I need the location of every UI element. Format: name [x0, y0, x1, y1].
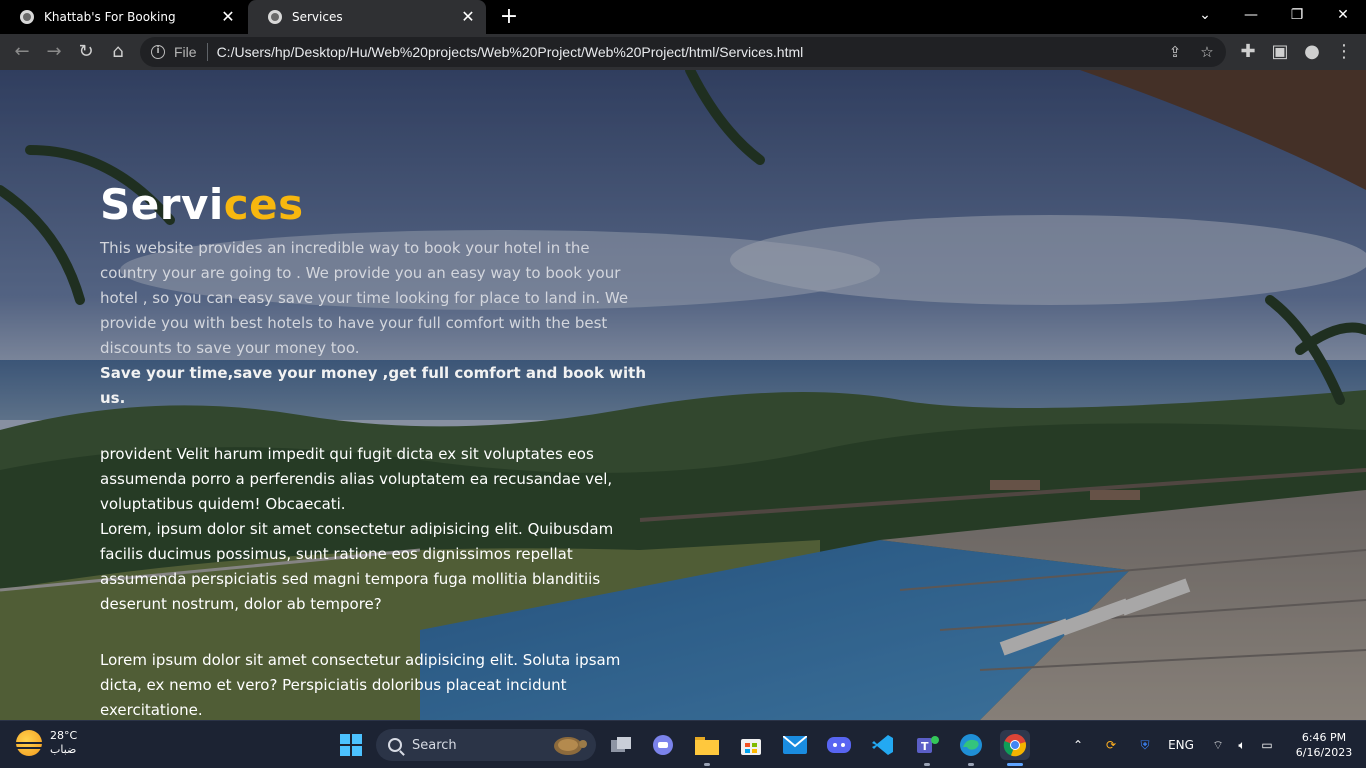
divider: [206, 43, 208, 61]
weather-haze-icon: [14, 730, 44, 756]
weather-temp: 28°C: [50, 729, 78, 742]
defender-warning-icon[interactable]: ⛨: [1134, 735, 1156, 755]
details-text-a: provident Velit harum impedit qui fugit …: [100, 445, 613, 513]
microsoft-store-icon[interactable]: [736, 730, 766, 760]
globe-icon: [20, 10, 34, 24]
search-icon: [388, 738, 402, 752]
intro-text: This website provides an incredible way …: [100, 239, 629, 357]
windows-taskbar: 28°C ضباب Search T ⌃ ⟳ ⛨ ENG ⌔ 🔈︎ ▭ 6:46…: [0, 720, 1366, 768]
scheme-label: File: [174, 44, 197, 60]
edge-icon[interactable]: [956, 730, 986, 766]
close-tab-icon[interactable]: ✕: [460, 9, 476, 25]
reload-icon[interactable]: ↻: [74, 40, 98, 64]
extensions-icon[interactable]: ✚: [1236, 40, 1260, 64]
tab-title: Services: [292, 10, 343, 24]
close-tab-icon[interactable]: ✕: [220, 9, 236, 25]
share-icon[interactable]: ⇪: [1164, 41, 1186, 63]
side-panel-icon[interactable]: ▣: [1268, 40, 1292, 64]
weather-widget[interactable]: 28°C ضباب: [14, 729, 78, 757]
chrome-icon[interactable]: [1000, 730, 1030, 766]
bookmark-star-icon[interactable]: ☆: [1196, 41, 1218, 63]
services-section: Services This website provides an incred…: [100, 180, 650, 720]
info-icon[interactable]: i: [151, 45, 165, 59]
teams-icon[interactable]: T: [912, 730, 942, 766]
tab-services[interactable]: Services ✕: [248, 0, 486, 34]
close-window-icon[interactable]: ✕: [1320, 0, 1366, 30]
details-paragraph: provident Velit harum impedit qui fugit …: [100, 442, 650, 617]
taskbar-search-box[interactable]: Search: [376, 729, 596, 761]
page-title: Services: [100, 180, 650, 230]
system-clock[interactable]: 6:46 PM 6/16/2023: [1284, 730, 1364, 760]
restore-icon[interactable]: ❐: [1274, 0, 1320, 30]
vscode-icon[interactable]: [868, 730, 898, 760]
tab-strip: Khattab's For Booking ✕ Services ✕ + ⌄ —…: [0, 0, 1366, 34]
weather-desc: ضباب: [50, 743, 77, 756]
back-arrow-icon[interactable]: ←: [10, 40, 34, 64]
clock-time: 6:46 PM: [1301, 731, 1347, 744]
tab-khattabs-booking[interactable]: Khattab's For Booking ✕: [0, 0, 246, 34]
new-tab-plus-icon[interactable]: +: [498, 6, 520, 28]
menu-kebab-icon[interactable]: ⋮: [1332, 40, 1356, 64]
tab-title: Khattab's For Booking: [44, 10, 176, 24]
forward-arrow-icon[interactable]: →: [42, 40, 66, 64]
language-indicator[interactable]: ENG: [1164, 735, 1198, 755]
home-icon[interactable]: ⌂: [106, 40, 130, 64]
title-accent: ces: [223, 180, 304, 229]
minimize-icon[interactable]: —: [1228, 0, 1274, 30]
chat-icon[interactable]: [648, 730, 678, 760]
browser-toolbar: ← → ↻ ⌂ i File C:/Users/hp/Desktop/Hu/We…: [0, 34, 1366, 70]
page-viewport: Services This website provides an incred…: [0, 70, 1366, 720]
sync-update-icon[interactable]: ⟳: [1100, 735, 1122, 755]
file-explorer-icon[interactable]: [692, 730, 722, 766]
mail-icon[interactable]: [780, 730, 810, 760]
tab-search-chevron-icon[interactable]: ⌄: [1182, 0, 1228, 30]
closing-paragraph: Lorem ipsum dolor sit amet consectetur a…: [100, 651, 621, 719]
svg-text:T: T: [921, 740, 929, 753]
turtle-highlight-icon: [554, 737, 587, 755]
show-hidden-icons-chevron[interactable]: ⌃: [1068, 735, 1088, 755]
slogan-text: Save your time,save your money ,get full…: [100, 364, 646, 407]
globe-icon: [268, 10, 282, 24]
wifi-icon[interactable]: ⌔: [1208, 735, 1228, 755]
address-bar[interactable]: i File C:/Users/hp/Desktop/Hu/Web%20proj…: [140, 37, 1226, 67]
clock-date: 6/16/2023: [1295, 746, 1353, 759]
battery-icon[interactable]: ▭: [1256, 735, 1278, 755]
title-plain: Servi: [100, 180, 224, 229]
volume-icon[interactable]: 🔈︎: [1232, 735, 1252, 755]
details-text-b: Lorem, ipsum dolor sit amet consectetur …: [100, 520, 614, 613]
task-view-icon[interactable]: [606, 730, 636, 760]
profile-icon[interactable]: ●: [1300, 40, 1324, 64]
search-label: Search: [412, 737, 457, 753]
windows-start-icon[interactable]: [336, 730, 366, 760]
url-text[interactable]: C:/Users/hp/Desktop/Hu/Web%20projects/We…: [217, 44, 804, 60]
discord-icon[interactable]: [824, 730, 854, 760]
intro-paragraph: This website provides an incredible way …: [100, 236, 650, 411]
